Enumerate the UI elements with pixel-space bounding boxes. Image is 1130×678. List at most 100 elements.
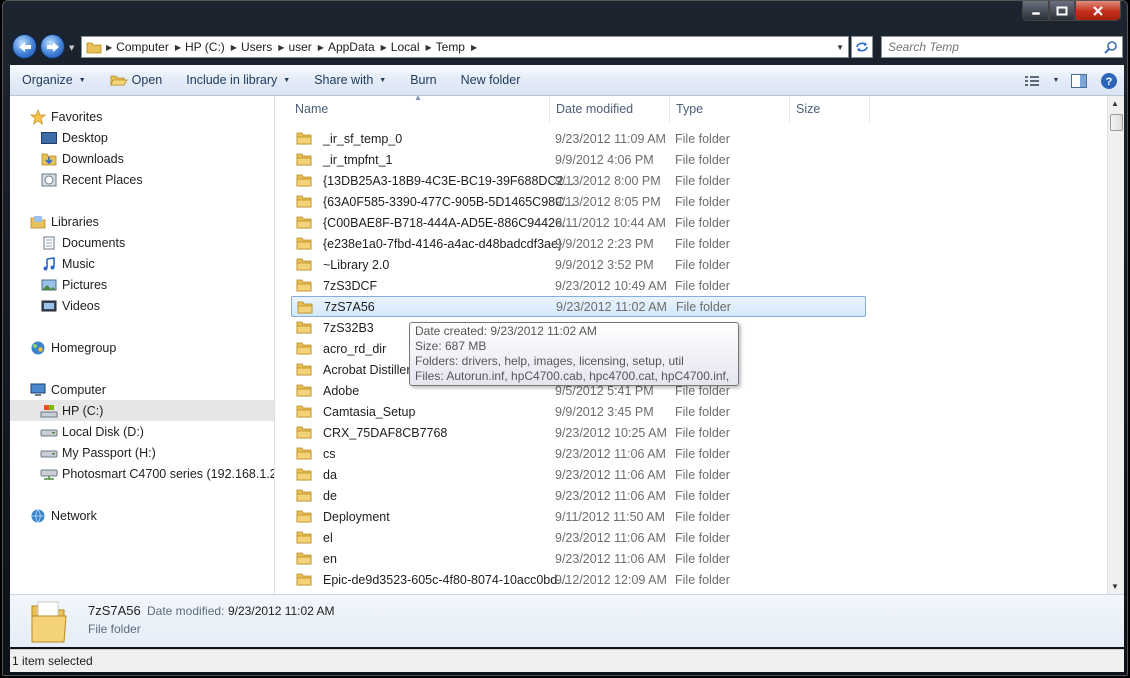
nav-label: My Passport (H:) (62, 445, 156, 460)
view-options-dropdown[interactable]: ▼ (1048, 65, 1064, 96)
vertical-scrollbar[interactable]: ▲ ▼ (1107, 96, 1124, 594)
nav-recent-places[interactable]: Recent Places (10, 169, 274, 190)
forward-button[interactable] (40, 34, 65, 59)
file-date-modified: 9/23/2012 10:25 AM (555, 425, 667, 440)
address-bar[interactable]: ▶ Computer ▶ HP (C:) ▶ Users ▶ user ▶ Ap… (81, 36, 849, 58)
folder-icon (296, 468, 312, 481)
nav-libraries[interactable]: Libraries (10, 211, 274, 232)
file-row[interactable]: 7zS7A56 9/23/2012 11:02 AM File folder (291, 296, 866, 317)
details-view-icon (1025, 75, 1039, 86)
nav-computer[interactable]: Computer (10, 379, 274, 400)
preview-pane-button[interactable] (1064, 65, 1094, 96)
file-type: File folder (675, 509, 730, 524)
breadcrumb-appdata[interactable]: AppData (324, 40, 381, 54)
search-icon[interactable] (1104, 40, 1118, 54)
file-row[interactable]: en 9/23/2012 11:06 AM File folder (291, 548, 866, 569)
burn-button[interactable]: Burn (398, 73, 448, 87)
scroll-up-icon[interactable]: ▲ (1111, 99, 1119, 108)
file-row[interactable]: {63A0F585-3390-477C-905B-5D1465C98C... 9/… (291, 191, 866, 212)
file-type: File folder (675, 446, 730, 461)
tooltip-size: Size: 687 MB (415, 339, 487, 353)
nav-hp-c[interactable]: HP (C:) (10, 400, 274, 421)
navigation-pane: Favorites Desktop Downloads Recent Place… (10, 96, 275, 594)
file-row[interactable]: 7zS3DCF 9/23/2012 10:49 AM File folder (291, 275, 866, 296)
nav-my-passport-h[interactable]: My Passport (H:) (10, 442, 274, 463)
folder-info-tooltip: Date created: 9/23/2012 11:02 AM Size: 6… (409, 322, 739, 386)
column-header-type[interactable]: Type (670, 96, 790, 122)
include-in-library-button[interactable]: Include in library ▼ (174, 73, 302, 87)
share-with-button[interactable]: Share with ▼ (302, 73, 398, 87)
breadcrumb-hp-c[interactable]: HP (C:) (181, 40, 231, 54)
breadcrumb-local[interactable]: Local (387, 40, 426, 54)
toolbar-right: ▼ ? (1018, 65, 1124, 96)
file-row[interactable]: el 9/23/2012 11:06 AM File folder (291, 527, 866, 548)
file-row[interactable]: Camtasia_Setup 9/9/2012 3:45 PM File folde… (291, 401, 866, 422)
nav-label: Recent Places (62, 172, 143, 187)
file-name: Deployment (323, 509, 390, 524)
file-name: el (323, 530, 333, 545)
nav-videos[interactable]: Videos (10, 295, 274, 316)
nav-photosmart[interactable]: Photosmart C4700 series (192.168.1.21) (… (10, 463, 274, 484)
breadcrumb-separator[interactable]: ▶ (471, 43, 477, 52)
nav-label: Photosmart C4700 series (192.168.1.21) (… (62, 466, 274, 481)
breadcrumb-users[interactable]: Users (237, 40, 278, 54)
network-icon (31, 508, 45, 523)
help-button[interactable]: ? (1094, 65, 1124, 96)
file-row[interactable]: cs 9/23/2012 11:06 AM File folder (291, 443, 866, 464)
folder-icon (296, 363, 312, 376)
nav-documents[interactable]: Documents (10, 232, 274, 253)
refresh-button[interactable] (851, 36, 873, 58)
breadcrumb-temp[interactable]: Temp (432, 40, 471, 54)
file-row[interactable]: _ir_tmpfnt_1 9/9/2012 4:06 PM File folder (291, 149, 866, 170)
recent-pages-dropdown[interactable]: ▼ (69, 44, 74, 52)
nav-local-disk-d[interactable]: Local Disk (D:) (10, 421, 274, 442)
file-row[interactable]: Epic-de9d3523-605c-4f80-8074-10acc0bd...… (291, 569, 866, 590)
scroll-thumb[interactable] (1110, 114, 1123, 131)
file-name: cs (323, 446, 336, 461)
nav-desktop[interactable]: Desktop (10, 127, 274, 148)
file-type: File folder (675, 131, 730, 146)
burn-label: Burn (410, 73, 437, 87)
scroll-down-icon[interactable]: ▼ (1111, 582, 1119, 591)
nav-favorites[interactable]: Favorites (10, 106, 274, 127)
libraries-icon (30, 215, 46, 228)
file-row[interactable]: _ir_sf_temp_0 9/23/2012 11:09 AM File fold… (291, 128, 866, 149)
organize-button[interactable]: Organize ▼ (10, 73, 98, 87)
nav-music[interactable]: Music (10, 253, 274, 274)
file-row[interactable]: {e238e1a0-7fbd-4146-a4ac-d48badcdf3ae} 9/… (291, 233, 866, 254)
nav-downloads[interactable]: Downloads (10, 148, 274, 169)
address-dropdown[interactable]: ▼ (836, 43, 844, 52)
file-row[interactable]: Deployment 9/11/2012 11:50 AM File folder (291, 506, 866, 527)
network-drive-icon (40, 469, 58, 480)
file-date-modified: 9/23/2012 11:06 AM (555, 446, 666, 461)
file-row[interactable]: de 9/23/2012 11:06 AM File folder (291, 485, 866, 506)
maximize-button[interactable] (1049, 1, 1075, 21)
column-header-name[interactable]: ▲ Name (276, 93, 550, 122)
file-row[interactable]: CRX_75DAF8CB7768 9/23/2012 10:25 AM File f… (291, 422, 866, 443)
breadcrumb-user[interactable]: user (284, 40, 317, 54)
new-folder-button[interactable]: New folder (449, 73, 533, 87)
file-type: File folder (675, 152, 730, 167)
preview-pane-icon (1071, 73, 1087, 88)
file-row[interactable]: {13DB25A3-18B9-4C3E-BC19-39F688DC2... 9/1… (291, 170, 866, 191)
file-name: ~Library 2.0 (323, 257, 390, 272)
column-header-size[interactable]: Size (790, 96, 870, 122)
file-date-modified: 9/13/2012 8:00 PM (555, 173, 661, 188)
breadcrumb-computer[interactable]: Computer (112, 40, 175, 54)
nav-pictures[interactable]: Pictures (10, 274, 274, 295)
file-date-modified: 9/23/2012 11:06 AM (555, 551, 666, 566)
disk-drive-icon (40, 429, 58, 436)
open-button[interactable]: Open (98, 73, 175, 87)
column-header-date-modified[interactable]: Date modified (550, 96, 670, 122)
close-button[interactable] (1075, 1, 1121, 21)
arrow-right-icon (46, 41, 59, 52)
minimize-button[interactable] (1022, 1, 1049, 21)
file-row[interactable]: {C00BAE8F-B718-444A-AD5E-886C94426... 9/1… (291, 212, 866, 233)
nav-homegroup[interactable]: Homegroup (10, 337, 274, 358)
nav-network[interactable]: Network (10, 505, 274, 526)
file-row[interactable]: ~Library 2.0 9/9/2012 3:52 PM File folder (291, 254, 866, 275)
file-row[interactable]: da 9/23/2012 11:06 AM File folder (291, 464, 866, 485)
change-view-button[interactable] (1018, 65, 1048, 96)
search-input[interactable] (882, 37, 1092, 57)
back-button[interactable] (12, 34, 37, 59)
